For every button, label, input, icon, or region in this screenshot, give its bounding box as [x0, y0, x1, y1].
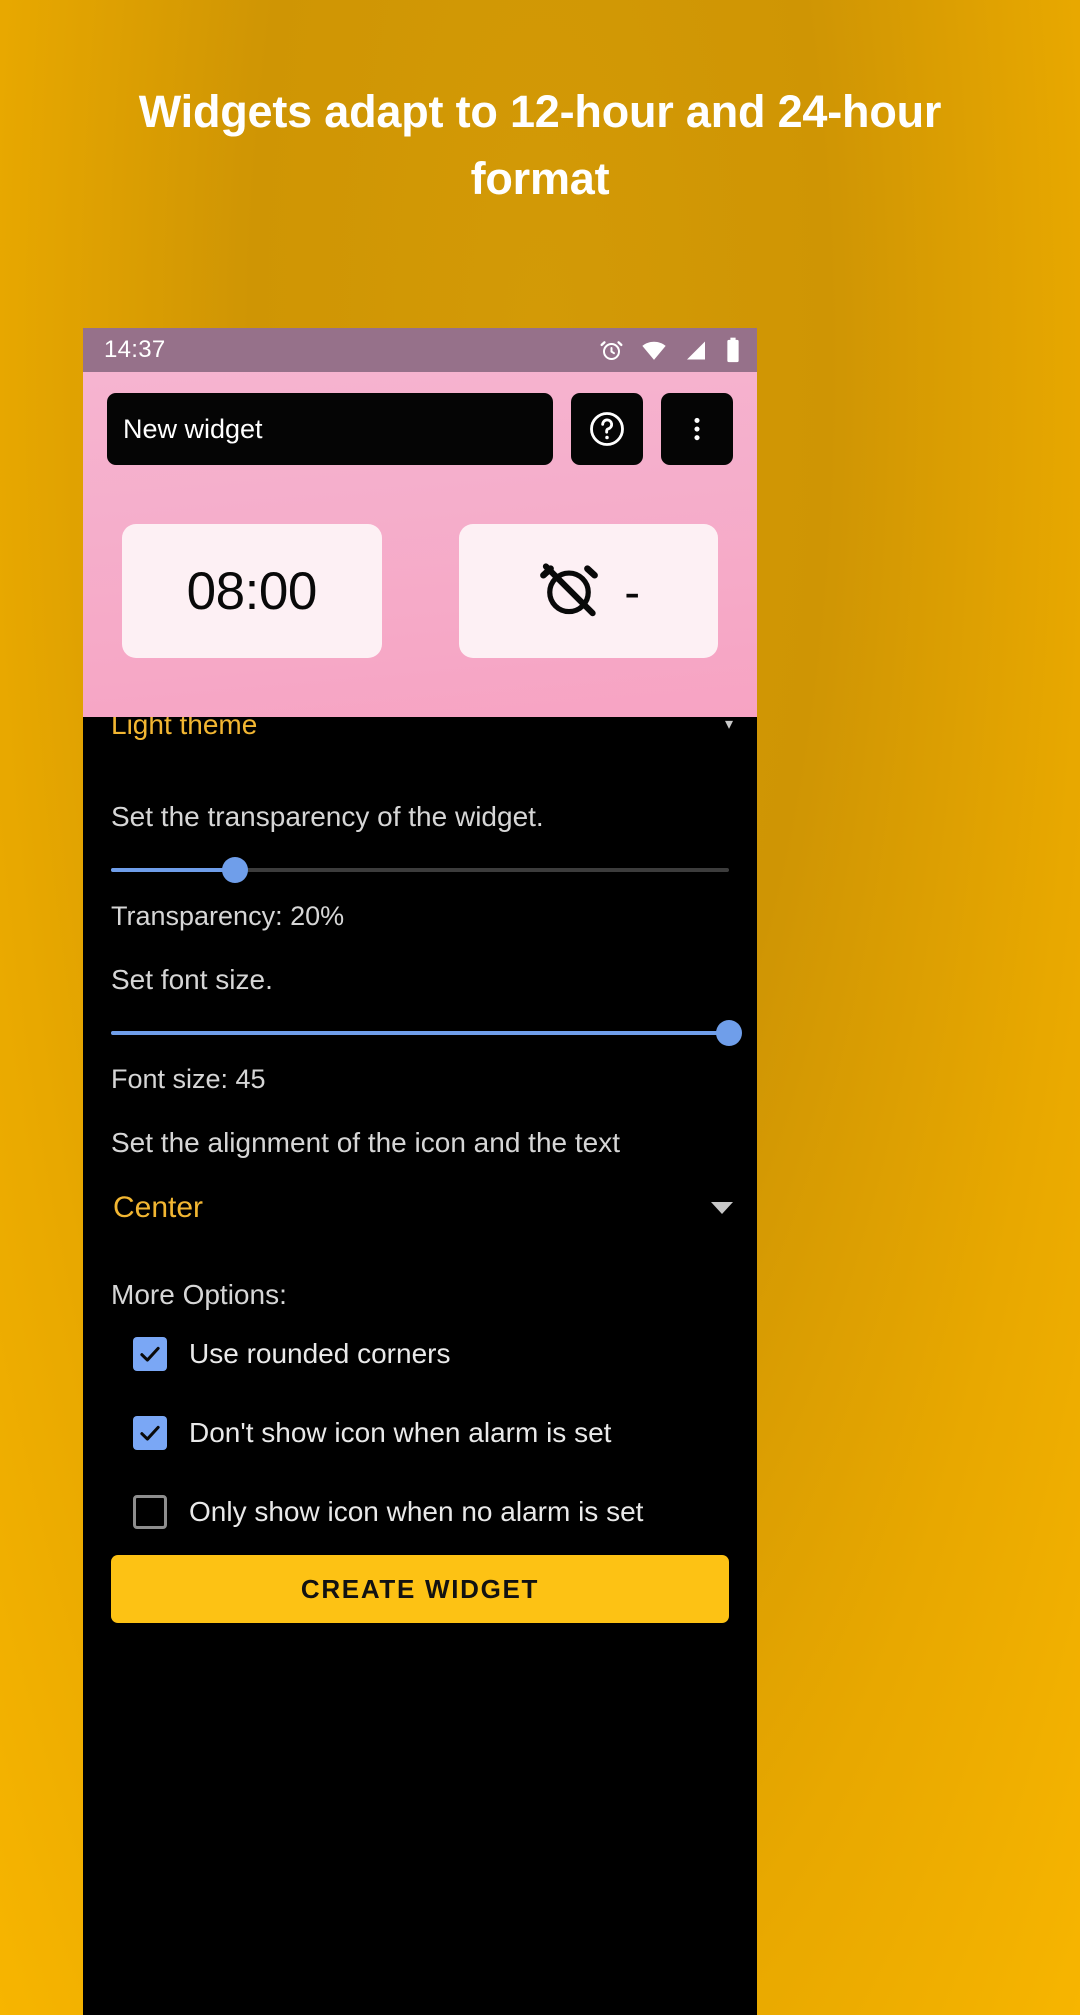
- option-label: Don't show icon when alarm is set: [189, 1417, 612, 1448]
- overflow-menu-button[interactable]: [661, 393, 733, 465]
- font-size-slider[interactable]: [83, 1016, 757, 1050]
- font-size-slider-track[interactable]: [111, 1020, 742, 1046]
- widget-card-time[interactable]: 08:00: [122, 524, 382, 658]
- status-bar: 14:37: [83, 328, 757, 372]
- battery-icon: [725, 337, 741, 363]
- widget-name-input[interactable]: New widget: [107, 393, 553, 465]
- theme-dropdown-value: Light theme: [111, 717, 258, 740]
- more-options-label: More Options:: [111, 1279, 287, 1310]
- checkbox-checked[interactable]: [133, 1337, 167, 1371]
- transparency-label: Set the transparency of the widget.: [111, 801, 544, 832]
- transparency-slider-thumb[interactable]: [221, 857, 248, 883]
- transparency-value: Transparency: 20%: [111, 901, 345, 931]
- alarm-off-icon: [536, 556, 602, 627]
- more-vertical-icon: [682, 412, 712, 446]
- font-size-value: Font size: 45: [111, 1064, 266, 1094]
- widget-card-alarm[interactable]: -: [458, 524, 718, 658]
- page-headline: Widgets adapt to 12-hour and 24-hour for…: [138, 86, 942, 204]
- font-size-slider-thumb[interactable]: [716, 1020, 742, 1046]
- create-widget-button[interactable]: CREATE WIDGET: [111, 1555, 729, 1623]
- option-only-show-icon-when-no-alarm[interactable]: Only show icon when no alarm is set: [83, 1495, 757, 1529]
- checkbox-unchecked[interactable]: [133, 1495, 167, 1529]
- font-size-label: Set font size.: [111, 964, 273, 995]
- chevron-down-icon: ▾: [724, 717, 733, 733]
- help-button[interactable]: [571, 393, 643, 465]
- chevron-down-icon: [711, 1202, 733, 1214]
- widget-time-text: 08:00: [186, 561, 318, 621]
- widget-editor-header: New widget: [107, 393, 733, 465]
- widget-settings-panel: Light theme ▾ Set the transparency of th…: [83, 717, 757, 2015]
- help-circle-icon: [587, 409, 627, 449]
- signal-icon: [684, 338, 708, 363]
- checkbox-checked[interactable]: [133, 1416, 167, 1450]
- alignment-label: Set the alignment of the icon and the te…: [111, 1127, 621, 1158]
- option-label: Use rounded corners: [189, 1338, 451, 1369]
- wifi-icon: [641, 338, 667, 363]
- font-size-slider-fill: [111, 1031, 729, 1035]
- alignment-dropdown-value: Center: [113, 1191, 204, 1224]
- alignment-dropdown[interactable]: Center: [83, 1191, 757, 1225]
- widget-alarm-text: -: [624, 564, 641, 618]
- transparency-slider-fill: [111, 868, 235, 872]
- option-hide-icon-when-alarm-set[interactable]: Don't show icon when alarm is set: [83, 1416, 757, 1450]
- widget-preview-cards: 08:00 -: [107, 524, 733, 658]
- status-bar-icons: [599, 337, 741, 363]
- phone-screenshot: 14:37 New widget 08:00 - Light theme ▾ S…: [83, 328, 757, 2015]
- status-bar-clock: 14:37: [104, 336, 166, 363]
- transparency-slider-track[interactable]: [111, 857, 729, 883]
- theme-dropdown[interactable]: Light theme ▾: [83, 717, 757, 741]
- widget-preview-area: New widget 08:00 -: [83, 372, 757, 717]
- option-label: Only show icon when no alarm is set: [189, 1496, 644, 1527]
- option-rounded-corners[interactable]: Use rounded corners: [83, 1337, 757, 1371]
- transparency-slider[interactable]: [83, 853, 757, 887]
- alarm-icon: [599, 338, 624, 363]
